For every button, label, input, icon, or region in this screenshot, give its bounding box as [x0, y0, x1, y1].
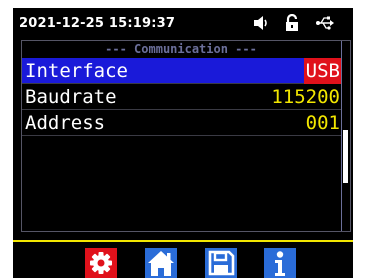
bottom-toolbar — [13, 242, 353, 278]
setting-label: Address — [25, 112, 106, 134]
scrollbar-thumb[interactable] — [343, 130, 348, 183]
gear-icon — [90, 252, 112, 274]
save-button[interactable] — [205, 248, 237, 278]
scrollbar[interactable] — [341, 41, 349, 231]
settings-button[interactable] — [85, 248, 117, 278]
setting-value[interactable]: 001 — [304, 110, 342, 136]
info-icon — [275, 251, 285, 276]
home-button[interactable] — [145, 248, 177, 278]
lcd-screen: 2021-12-25 15:19:37 --- Communication --… — [13, 8, 353, 278]
setting-label: Interface — [25, 60, 128, 82]
device-frame: 2021-12-25 15:19:37 --- Communication --… — [0, 0, 366, 278]
settings-list: Interface USB Baudrate 115200 Address 00… — [22, 58, 344, 136]
setting-row-baudrate[interactable]: Baudrate 115200 — [22, 84, 344, 110]
usb-icon — [315, 14, 335, 32]
status-bar: 2021-12-25 15:19:37 — [13, 8, 353, 40]
datetime-display: 2021-12-25 15:19:37 — [19, 16, 176, 31]
setting-row-interface[interactable]: Interface USB — [22, 58, 344, 84]
setting-label: Baudrate — [25, 86, 117, 108]
speaker-icon — [253, 14, 269, 32]
lock-icon — [285, 13, 299, 32]
setting-row-address[interactable]: Address 001 — [22, 110, 344, 136]
setting-value[interactable]: USB — [303, 58, 342, 84]
save-icon — [208, 250, 235, 276]
home-icon — [148, 251, 174, 276]
setting-value[interactable]: 115200 — [269, 84, 342, 110]
section-title: --- Communication --- — [105, 42, 257, 56]
info-button[interactable] — [264, 248, 296, 278]
settings-panel: --- Communication --- Interface USB Baud… — [21, 40, 351, 232]
